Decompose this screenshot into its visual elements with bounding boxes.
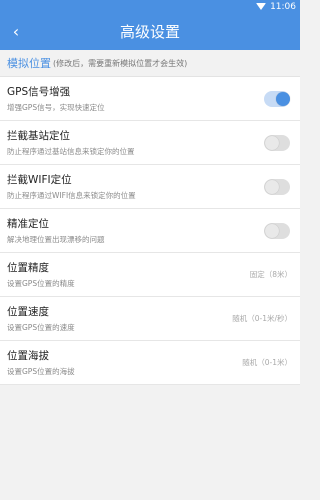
toggle-knob	[265, 179, 279, 194]
row-subtitle: 增强GPS信号，实现快速定位	[7, 103, 105, 112]
row-title: 拦截WIFI定位	[7, 174, 72, 186]
wifi-icon	[256, 3, 267, 10]
toggle-knob	[265, 135, 279, 150]
row-subtitle: 防止程序通过WIFI信息来锁定你的位置	[7, 191, 136, 200]
section-title: 模拟位置	[7, 57, 51, 70]
row-block-wifi[interactable]: 拦截WIFI定位 防止程序通过WIFI信息来锁定你的位置	[0, 165, 300, 209]
row-subtitle: 解决地理位置出现漂移的问题	[7, 235, 105, 244]
row-title: GPS信号增强	[7, 86, 71, 98]
row-precise-location[interactable]: 精准定位 解决地理位置出现漂移的问题	[0, 209, 300, 253]
row-gps-boost[interactable]: GPS信号增强 增强GPS信号，实现快速定位	[0, 77, 300, 121]
status-time: 11:06	[270, 1, 296, 12]
precise-location-toggle[interactable]	[264, 222, 290, 239]
block-wifi-toggle[interactable]	[264, 178, 290, 195]
header-bar: ‹ 高级设置	[0, 13, 300, 50]
row-title: 拦截基站定位	[7, 130, 70, 142]
gps-boost-toggle[interactable]	[264, 90, 290, 107]
row-location-altitude[interactable]: 位置海拔 设置GPS位置的海拔 随机（0-1米）	[0, 341, 300, 385]
toggle-knob	[276, 91, 290, 106]
page-title: 高级设置	[119, 23, 180, 41]
row-value: 随机（0-1米/秒）	[232, 314, 292, 323]
row-value: 随机（0-1米）	[242, 358, 292, 367]
status-bar: 11:06	[0, 0, 300, 13]
row-location-accuracy[interactable]: 位置精度 设置GPS位置的精度 固定（8米）	[0, 253, 300, 297]
section-note: (修改后，需要重新模拟位置才会生效)	[53, 58, 188, 68]
back-arrow-icon: ‹	[12, 22, 20, 41]
back-button[interactable]: ‹	[6, 13, 26, 50]
row-subtitle: 防止程序通过基站信息来锁定你的位置	[7, 147, 135, 156]
row-title: 精准定位	[7, 218, 49, 230]
row-block-cell[interactable]: 拦截基站定位 防止程序通过基站信息来锁定你的位置	[0, 121, 300, 165]
row-location-speed[interactable]: 位置速度 设置GPS位置的速度 随机（0-1米/秒）	[0, 297, 300, 341]
block-cell-toggle[interactable]	[264, 134, 290, 151]
section-header: 模拟位置 (修改后，需要重新模拟位置才会生效)	[0, 50, 300, 77]
toggle-knob	[265, 223, 279, 238]
row-value: 固定（8米）	[249, 270, 292, 279]
